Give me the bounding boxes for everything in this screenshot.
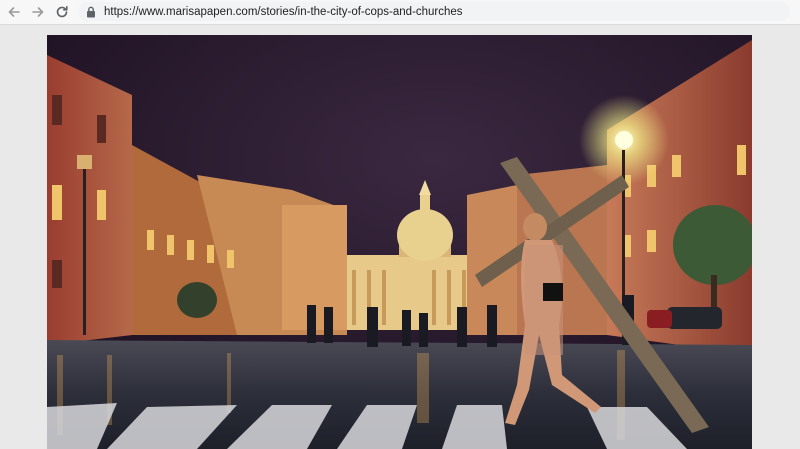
browser-toolbar: https://www.marisapapen.com/stories/in-t… [0, 0, 800, 25]
url-text[interactable]: https://www.marisapapen.com/stories/in-t… [104, 6, 463, 18]
forward-button[interactable] [28, 2, 48, 22]
reload-icon [56, 6, 68, 18]
street-scene-image [47, 35, 752, 449]
address-bar[interactable]: https://www.marisapapen.com/stories/in-t… [78, 2, 790, 21]
page-content [0, 25, 800, 449]
lock-icon [84, 5, 98, 19]
back-button[interactable] [4, 2, 24, 22]
reload-button[interactable] [52, 2, 72, 22]
arrow-right-icon [32, 7, 44, 17]
arrow-left-icon [8, 7, 20, 17]
story-photo[interactable] [47, 35, 752, 449]
